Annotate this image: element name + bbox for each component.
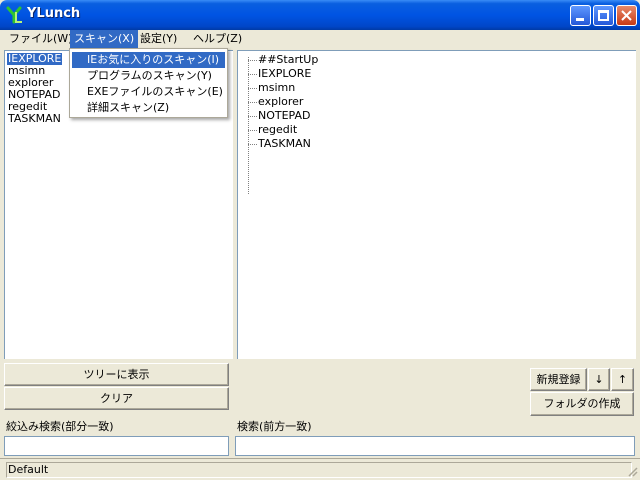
menu-file[interactable]: ファイル(W) [5,30,76,48]
menu-item-exe-scan[interactable]: EXEファイルのスキャン(E) [72,84,225,100]
move-down-button[interactable]: ↓ [588,368,610,391]
menu-help[interactable]: ヘルプ(Z) [189,30,246,48]
tree-line [248,144,257,145]
filter-search-input[interactable] [4,436,229,456]
maximize-button[interactable] [593,5,614,26]
menu-bar: ファイル(W) スキャン(X) 設定(Y) ヘルプ(Z) [0,30,640,48]
close-button[interactable] [616,5,637,26]
tree-node[interactable]: NOTEPAD [258,109,310,123]
close-icon [621,10,632,21]
tree-line [248,116,257,117]
prefix-search-label: 検索(前方一致) [237,420,312,433]
minimize-icon [576,18,584,21]
menu-item-detail-scan[interactable]: 詳細スキャン(Z) [72,100,225,116]
tree-line [248,74,257,75]
menu-scan[interactable]: スキャン(X) [70,30,139,48]
menu-item-program-scan[interactable]: プログラムのスキャン(Y) [72,68,225,84]
tree-node-startup[interactable]: ##StartUp [258,53,318,67]
move-up-button[interactable]: ↑ [611,368,634,391]
new-register-button[interactable]: 新規登録 [530,368,587,391]
create-folder-button[interactable]: フォルダの作成 [530,392,634,416]
tree-node[interactable]: msimn [258,81,295,95]
status-text: Default [6,462,632,478]
menu-item-ie-favorites-scan[interactable]: IEお気に入りのスキャン(I) [72,52,225,68]
prefix-search-input[interactable] [235,436,635,456]
clear-button[interactable]: クリア [4,387,229,410]
tree-node[interactable]: TASKMAN [258,137,311,151]
tree-line [248,102,257,103]
tree-node[interactable]: explorer [258,95,303,109]
scan-menu-dropdown: IEお気に入りのスキャン(I) プログラムのスキャン(Y) EXEファイルのスキ… [69,48,228,118]
tree-line [248,60,257,61]
ylunch-app-icon [6,6,24,24]
filter-search-label: 絞込み検索(部分一致) [6,420,114,433]
tree-node[interactable]: IEXPLORE [258,67,311,81]
menu-settings[interactable]: 設定(Y) [136,30,181,48]
tree-line [248,88,257,89]
show-in-tree-button[interactable]: ツリーに表示 [4,363,229,386]
resize-grip-icon[interactable] [628,467,638,477]
title-bar[interactable]: YLunch [0,0,640,30]
status-bar: Default [0,458,640,480]
tree-node[interactable]: regedit [258,123,297,137]
maximize-icon [598,10,609,21]
window-title: YLunch [27,6,81,21]
tree-line [248,130,257,131]
list-item[interactable]: TASKMAN [7,113,62,125]
launcher-tree[interactable]: ##StartUp IEXPLORE msimn explorer NOTEPA… [237,50,636,359]
tree-line [248,57,249,194]
minimize-button[interactable] [570,5,591,26]
